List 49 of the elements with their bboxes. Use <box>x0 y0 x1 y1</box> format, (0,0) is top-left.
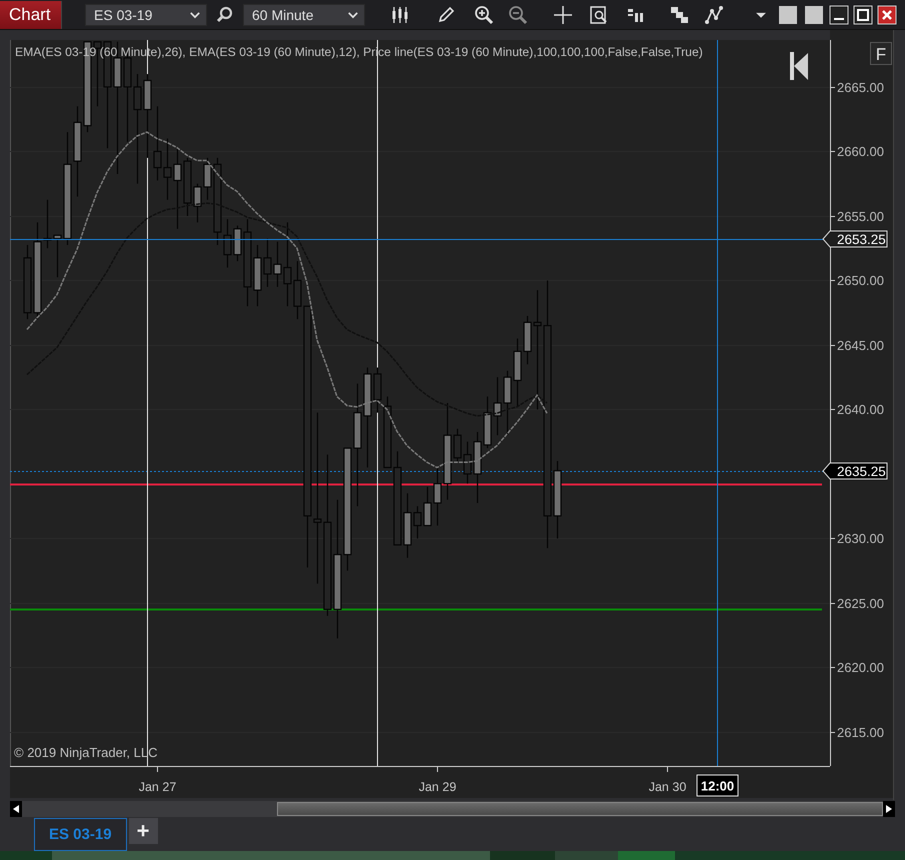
skip-back-icon[interactable] <box>790 52 808 80</box>
instrument-dropdown[interactable]: ES 03-19 <box>85 4 207 26</box>
axis-label: 2665.00 <box>837 80 884 95</box>
axis-label: 2620.00 <box>837 660 884 675</box>
axis-label: 2630.00 <box>837 531 884 546</box>
candlestick <box>493 377 502 436</box>
candlestick <box>253 244 262 306</box>
candlestick <box>503 370 512 436</box>
document-search-icon[interactable] <box>589 4 609 24</box>
price-marker: 2653.25 <box>822 230 888 248</box>
triangle-right-icon <box>886 805 892 813</box>
axis-label: 2655.00 <box>837 209 884 224</box>
scroll-left-button[interactable] <box>10 801 22 817</box>
axis-label: Jan 27 <box>138 780 176 794</box>
zoom-out-icon[interactable] <box>508 4 528 24</box>
axis-label: 2640.00 <box>837 402 884 417</box>
time-marker: 12:00 <box>696 774 738 796</box>
ref-line-label: 2635.25 <box>837 464 886 479</box>
zoom-in-icon[interactable] <box>474 4 494 24</box>
window-title[interactable]: Chart <box>0 0 62 28</box>
minimize-icon[interactable] <box>829 4 849 24</box>
stacked-squares-icon[interactable] <box>669 4 689 24</box>
ref-line-label: 2653.25 <box>837 232 886 247</box>
add-tab-button[interactable]: + <box>128 818 158 844</box>
maximize-icon[interactable] <box>853 4 873 24</box>
crosshair-icon[interactable] <box>553 4 573 24</box>
axis-label: 2625.00 <box>837 596 884 611</box>
close-icon[interactable] <box>877 4 897 24</box>
candlestick <box>483 396 492 448</box>
axis-label: Jan 29 <box>418 780 456 794</box>
f-button[interactable]: F <box>870 42 892 65</box>
price-marker: 2635.25 <box>822 462 888 480</box>
scroll-right-button[interactable] <box>883 801 895 817</box>
pencil-icon[interactable] <box>436 4 456 24</box>
axis-label: 2615.00 <box>837 725 884 740</box>
scrollbar-thumb[interactable] <box>277 802 883 816</box>
square-icon[interactable] <box>804 4 824 24</box>
search-icon[interactable] <box>215 4 235 24</box>
candlestick <box>513 338 522 406</box>
axis-label: 2660.00 <box>837 144 884 159</box>
candlestick-icon[interactable] <box>390 4 410 24</box>
axis-label: 2650.00 <box>837 273 884 288</box>
axis-label: Jan 30 <box>648 780 686 794</box>
line-nodes-icon[interactable] <box>704 4 724 24</box>
chart-tab[interactable]: ES 03-19 <box>34 818 127 851</box>
interval-dropdown[interactable]: 60 Minute <box>243 4 365 26</box>
axis-label: 2645.00 <box>837 338 884 353</box>
square-icon[interactable] <box>778 4 798 24</box>
triangle-left-icon <box>13 805 19 813</box>
